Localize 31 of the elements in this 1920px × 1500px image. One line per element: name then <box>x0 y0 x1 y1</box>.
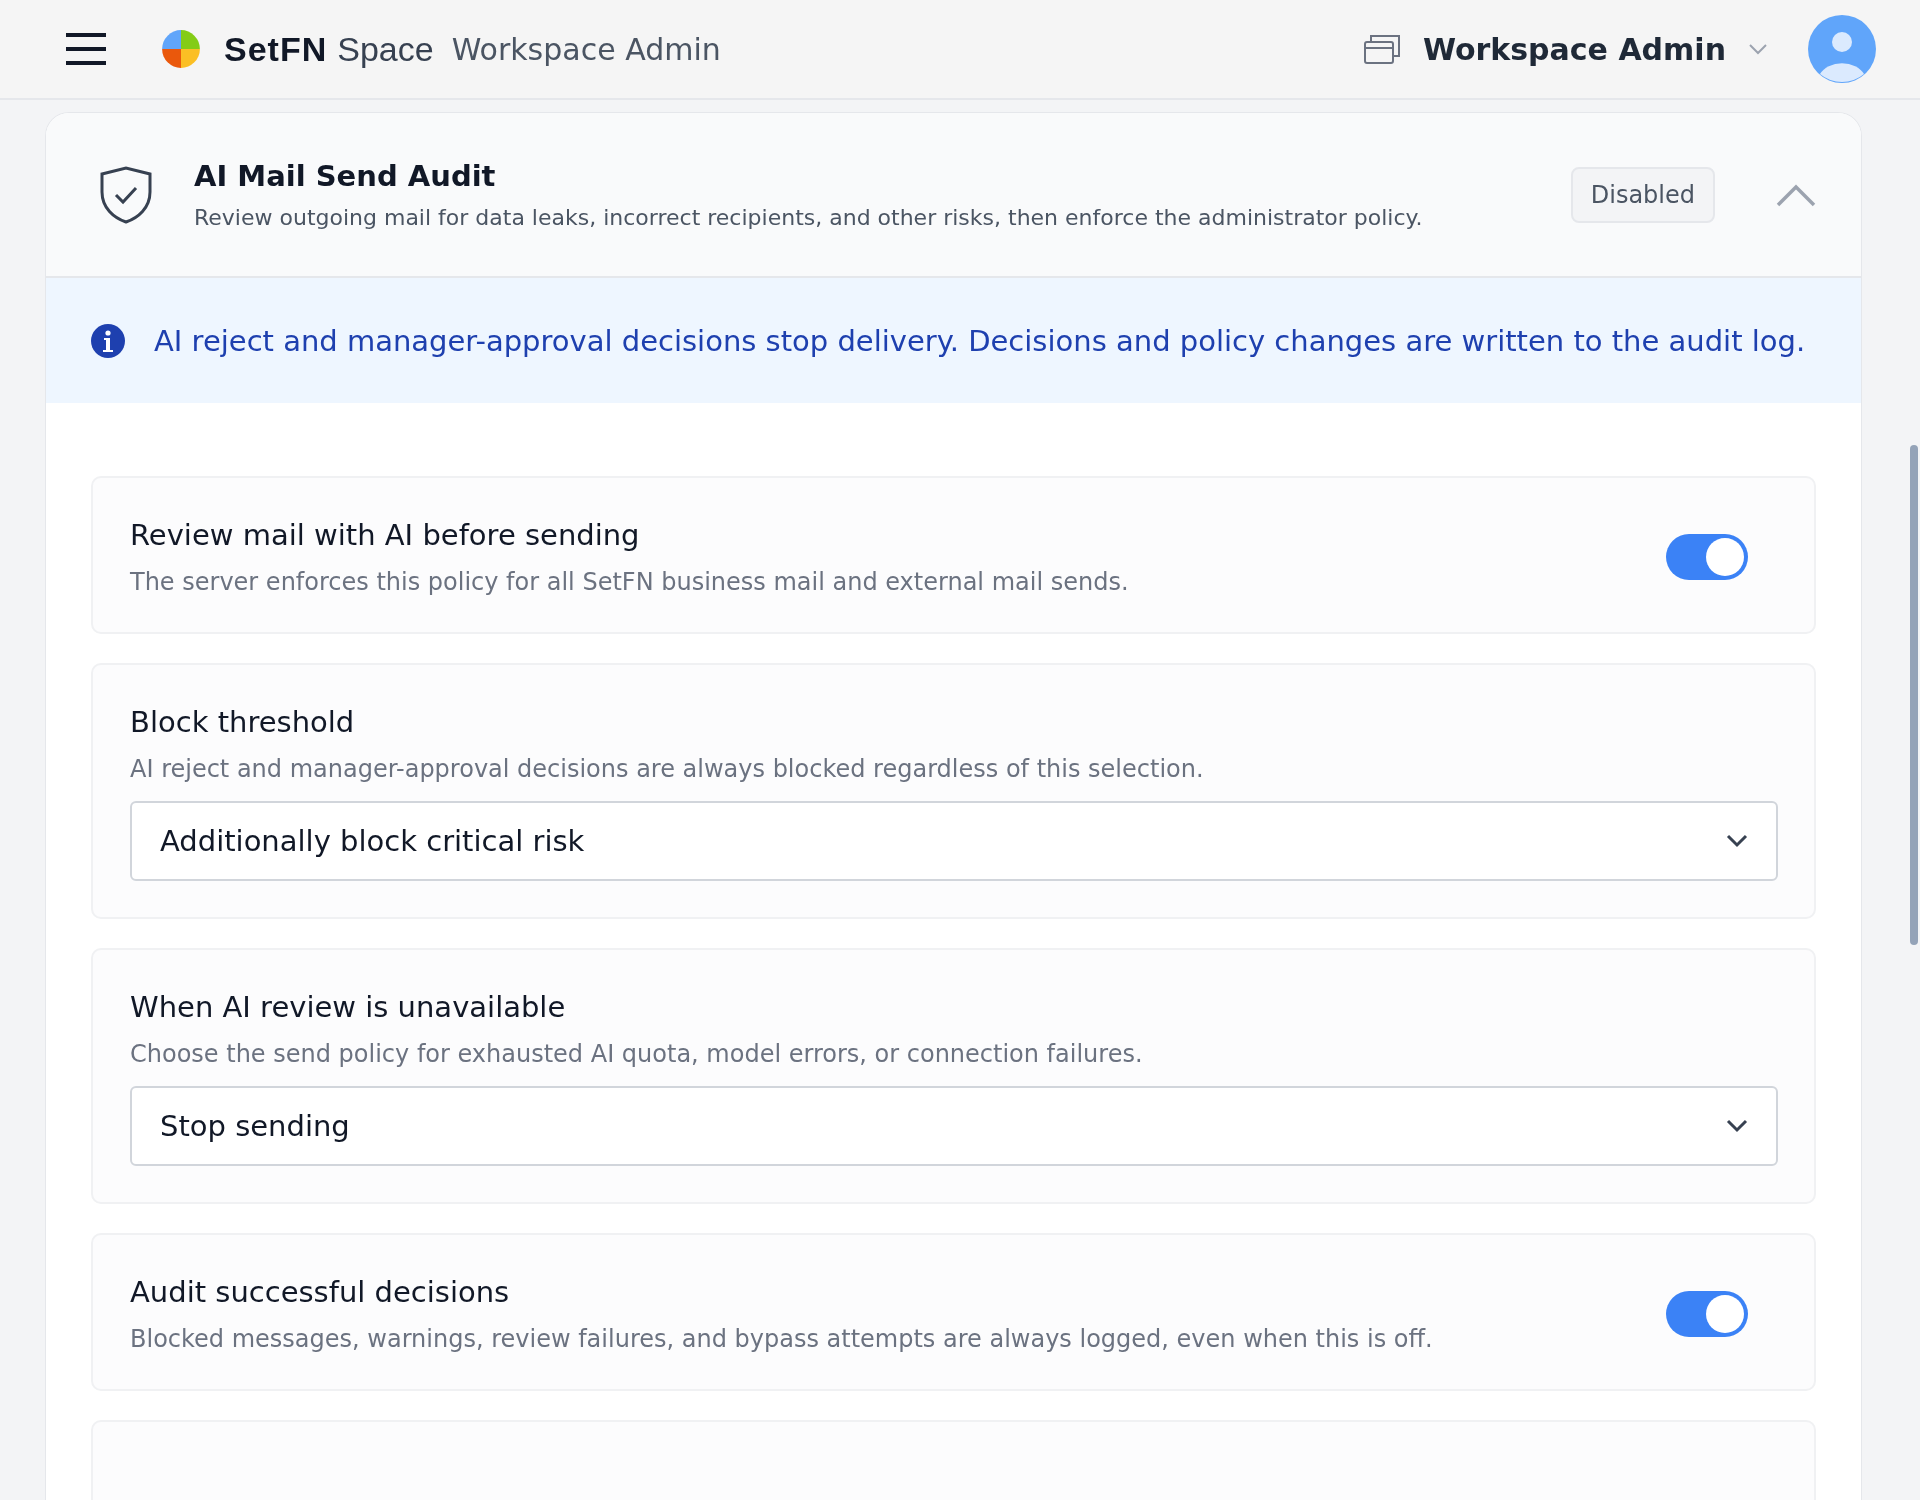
toggle-switch[interactable] <box>1666 534 1748 580</box>
menu-icon[interactable] <box>64 32 108 66</box>
scrollbar-thumb[interactable] <box>1910 445 1918 945</box>
setting-title: Audit successful decisions <box>130 1275 511 1309</box>
dropdown-select[interactable]: Additionally block critical risk <box>130 801 1778 881</box>
shield-check-icon <box>98 165 154 224</box>
section-title: Workspace Admin <box>451 31 721 67</box>
setting-description: Blocked messages, warnings, review failures, and bypass attempts are always logged, even when this is off. <box>130 1325 1434 1353</box>
avatar-icon[interactable] <box>1808 15 1876 83</box>
setting-title: Review mail with AI before sending <box>130 518 641 552</box>
panel-title: AI Mail Send Audit <box>194 159 497 193</box>
brand-name: SetFN <box>224 29 328 69</box>
info-message: AI reject and manager-approval decisions stop delivery. Decisions and policy changes are written to the audit log. <box>154 323 1806 358</box>
brand-name: Space <box>337 29 434 69</box>
workspace-switcher[interactable]: Workspace Admin <box>1362 31 1768 67</box>
workspace-name: Workspace Admin <box>1422 31 1726 67</box>
windows-icon <box>1362 33 1401 65</box>
setting-title: Block threshold <box>130 705 356 739</box>
toggle-switch[interactable] <box>1666 1291 1748 1337</box>
setting-description: The server enforces this policy for all SetFN business mail and external mail sends. <box>130 568 1130 596</box>
chevron-down-icon <box>1726 834 1748 848</box>
dropdown-select[interactable]: Stop sending <box>130 1086 1778 1166</box>
puzzle-logo-icon <box>160 28 202 70</box>
status-badge: Disabled <box>1570 166 1715 223</box>
chevron-down-icon <box>1726 1119 1748 1133</box>
panel-description: Review outgoing mail for data leaks, incorrect recipients, and other risks, then enforce the administrator policy. <box>194 205 1424 230</box>
setting-title: When AI review is unavailable <box>130 990 567 1024</box>
info-icon <box>90 322 126 359</box>
setting-description: Choose the send policy for exhausted AI quota, model errors, or connection failures. <box>130 1040 1144 1068</box>
chevron-down-icon <box>1748 43 1768 55</box>
setting-description: AI reject and manager-approval decisions are always blocked regardless of this selection. <box>130 755 1205 783</box>
